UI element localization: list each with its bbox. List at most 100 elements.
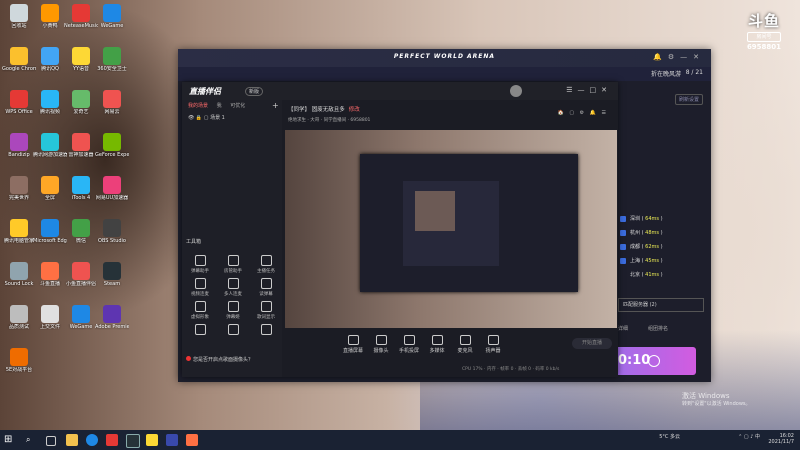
desktop-icon[interactable]: Steam: [95, 260, 129, 300]
media-button[interactable]: 多媒体: [424, 335, 450, 354]
assistant-titlebar[interactable]: 直播伴侣 新版 ☰—□✕: [182, 82, 618, 100]
desktop-icon[interactable]: NeteaseMusic: [64, 2, 98, 42]
assistant-toolbar-icons[interactable]: 🏠 ▢ ⚙ 🔔 ☰: [558, 110, 609, 116]
tab-my-scenes[interactable]: 我的场景: [188, 103, 208, 109]
version-badge[interactable]: 新版: [245, 87, 264, 96]
app-icon[interactable]: [146, 434, 158, 446]
room-info: 绝地求生 · 大哥 · 同学直播间 · 6958801: [288, 118, 371, 123]
team-rank-link[interactable]: 组团排名: [648, 325, 668, 332]
server-item[interactable]: 成都 ( 62ms ): [618, 242, 706, 253]
desktop-icon[interactable]: 网易UU加速器: [95, 174, 129, 214]
toolbox-item[interactable]: 读弹幕: [250, 278, 282, 297]
desktop-icon[interactable]: WeGame: [64, 303, 98, 343]
add-scene-icon[interactable]: +: [272, 100, 279, 112]
start-button[interactable]: ⊞: [4, 434, 16, 446]
speaker-button[interactable]: 扬声器: [480, 335, 506, 354]
desktop-icon[interactable]: 小鱼直播伴侣: [64, 260, 98, 300]
desktop-icon[interactable]: 品质测试: [2, 303, 36, 343]
desktop-icon[interactable]: iTools 4: [64, 174, 98, 214]
toolbox-item[interactable]: [184, 324, 216, 337]
desktop-icon[interactable]: 微信: [64, 217, 98, 257]
launcher-titlebar[interactable]: PERFECT WORLD ARENA 🔔⚙—✕: [178, 49, 711, 67]
preview-nested-window-3: [415, 191, 455, 231]
toolbox-item[interactable]: 房管助手: [217, 255, 249, 274]
search-icon[interactable]: ⌕: [26, 434, 38, 446]
desktop-icon[interactable]: Bandizip: [2, 131, 36, 171]
screen-capture-button[interactable]: 直播屏幕: [340, 335, 366, 354]
file-explorer-icon[interactable]: [66, 434, 78, 446]
desktop-icon[interactable]: 腾讯视频: [33, 88, 67, 128]
assistant-main: 【同学】 固废无敌且多 修改 绝地求生 · 大哥 · 同学直播间 · 695880…: [282, 100, 618, 377]
system-tray-icons[interactable]: ⌃ ▢ ♪ 中: [738, 433, 760, 440]
avatar[interactable]: [510, 85, 522, 97]
toolbox-item[interactable]: 主播任务: [250, 255, 282, 274]
camera-hint[interactable]: 您是否开启点歌面摄像头？: [186, 356, 253, 363]
desktop-icon[interactable]: Microsoft Edge: [33, 217, 67, 257]
desktop-icon[interactable]: GeForce Experience: [95, 131, 129, 171]
toolbox-item[interactable]: [250, 324, 282, 337]
launcher-window-controls[interactable]: 🔔⚙—✕: [653, 53, 705, 61]
go-live-button[interactable]: 开始直播: [572, 338, 612, 349]
detail-link[interactable]: 详细: [618, 325, 628, 332]
desktop-icon[interactable]: 腾讯网游加速器: [33, 131, 67, 171]
toolbox-item[interactable]: 虚拟形象: [184, 301, 216, 320]
edit-title-button[interactable]: 修改: [349, 107, 360, 113]
desktop-icon[interactable]: 爱奇艺: [64, 88, 98, 128]
desktop-icon[interactable]: OBS Studio: [95, 217, 129, 257]
toolbox-item[interactable]: 歌词显示: [250, 301, 282, 320]
checkbox-icon[interactable]: [620, 244, 626, 250]
desktop-icon[interactable]: Adobe Premiere: [95, 303, 129, 343]
desktop-icon[interactable]: 腾讯QQ: [33, 45, 67, 85]
toolbox-item[interactable]: 视频连麦: [184, 278, 216, 297]
server-item[interactable]: 杭州 ( 48ms ): [618, 228, 706, 239]
taskbar-clock[interactable]: 16:02 2021/11/7: [768, 433, 794, 445]
desktop-icon[interactable]: 360安全卫士: [95, 45, 129, 85]
desktop-icon[interactable]: Sound Lock: [2, 260, 36, 300]
app-icon[interactable]: [166, 434, 178, 446]
toolbox-item[interactable]: 多人连麦: [217, 278, 249, 297]
server-item[interactable]: 北京 ( 41ms ): [618, 270, 706, 281]
desktop-icon[interactable]: WeGame: [95, 2, 129, 42]
desktop-icon[interactable]: 全屏: [33, 174, 67, 214]
desktop-icon[interactable]: 雷神加速器: [64, 131, 98, 171]
app-icon: [10, 176, 28, 194]
desktop-icon[interactable]: Google Chrome: [2, 45, 36, 85]
desktop-icon[interactable]: 网易云: [95, 88, 129, 128]
edge-icon[interactable]: [86, 434, 98, 446]
steam-icon[interactable]: [126, 434, 140, 448]
cancel-ring-icon[interactable]: [648, 355, 660, 367]
refresh-settings-button[interactable]: 刷新设置: [674, 94, 703, 105]
server-item[interactable]: 上海 ( 45ms ): [618, 256, 706, 267]
music-app-icon[interactable]: [106, 434, 118, 446]
stream-preview[interactable]: [285, 130, 617, 328]
desktop-icon[interactable]: 小黄鸭: [33, 2, 67, 42]
toolbox-item[interactable]: 弹幕助手: [184, 255, 216, 274]
tab-optimize[interactable]: 可优化: [230, 103, 245, 109]
toolbox-item[interactable]: [217, 324, 249, 337]
microphone-button[interactable]: 麦克风: [452, 335, 478, 354]
desktop-icon[interactable]: 上交文件: [33, 303, 67, 343]
toolbox-item[interactable]: 弹幕姬: [217, 301, 249, 320]
app-icon: [103, 133, 121, 151]
checkbox-icon[interactable]: [620, 230, 626, 236]
launcher-username[interactable]: 折在晚风游: [651, 69, 681, 78]
assistant-window-controls[interactable]: ☰—□✕: [566, 86, 612, 94]
desktop-icon[interactable]: 5E对战平台: [2, 346, 36, 386]
stream-app-icon[interactable]: [186, 434, 198, 446]
desktop-icon[interactable]: 完美世界: [2, 174, 36, 214]
desktop-icon[interactable]: 斗鱼直播: [33, 260, 67, 300]
server-item[interactable]: 深圳 ( 64ms ): [618, 214, 706, 225]
server-select-dropdown[interactable]: 匹配服务器 (2): [618, 298, 704, 312]
checkbox-icon[interactable]: [620, 258, 626, 264]
checkbox-icon[interactable]: [620, 216, 626, 222]
desktop-icon[interactable]: 回收站: [2, 2, 36, 42]
desktop-icon[interactable]: 腾讯电脑管家: [2, 217, 36, 257]
desktop-icon[interactable]: YY语音: [64, 45, 98, 85]
tab-me[interactable]: 我: [217, 103, 222, 109]
weather-widget[interactable]: 5°C 多云: [659, 433, 680, 440]
scene-item[interactable]: 👁 🔒 ▢ 场景 1: [182, 112, 282, 128]
task-view-icon[interactable]: [46, 436, 56, 446]
camera-button[interactable]: 摄像头: [368, 335, 394, 354]
desktop-icon[interactable]: WPS Office: [2, 88, 36, 128]
phone-cast-button[interactable]: 手机投屏: [396, 335, 422, 354]
